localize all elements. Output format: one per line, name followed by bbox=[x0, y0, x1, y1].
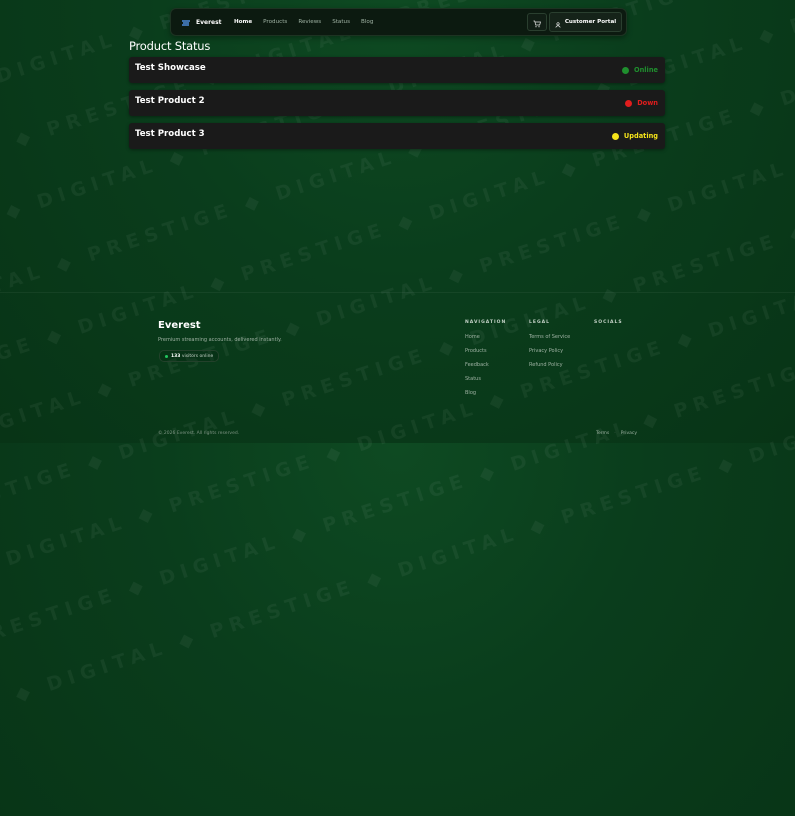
status-dot-icon bbox=[622, 66, 629, 74]
site-footer: Everest Premium streaming accounts, deli… bbox=[0, 292, 795, 444]
status-indicator: Updating bbox=[611, 123, 658, 149]
online-dot-icon bbox=[165, 354, 168, 358]
status-label: Updating bbox=[623, 132, 658, 140]
cart-icon bbox=[533, 13, 541, 32]
footer-link-terms-of-service[interactable]: Terms of Service bbox=[529, 334, 570, 348]
nav-link-blog[interactable]: Blog bbox=[361, 19, 373, 25]
nav-links: Home Products Reviews Status Blog bbox=[234, 9, 373, 35]
footer-brand: Everest bbox=[158, 320, 201, 331]
footer-link-refund-policy[interactable]: Refund Policy bbox=[529, 362, 570, 376]
status-indicator: Down bbox=[625, 90, 658, 116]
status-indicator: Online bbox=[622, 57, 658, 83]
nav-link-status[interactable]: Status bbox=[332, 19, 350, 25]
nav-link-products[interactable]: Products bbox=[263, 19, 287, 25]
customer-portal-button[interactable]: Customer Portal bbox=[549, 12, 622, 32]
bottom-link-privacy[interactable]: Privacy bbox=[621, 431, 637, 436]
footer-navigation: NAVIGATION Home Products Feedback Status… bbox=[465, 320, 506, 404]
status-label: Online bbox=[634, 66, 658, 74]
brand-link[interactable]: Everest bbox=[181, 9, 222, 35]
mountain-logo-icon bbox=[181, 13, 191, 32]
nav-link-reviews[interactable]: Reviews bbox=[298, 19, 321, 25]
status-dot-icon bbox=[611, 132, 619, 140]
bottom-link-terms[interactable]: Terms bbox=[596, 431, 609, 436]
copyright: © 2026 Everest. All rights reserved. bbox=[158, 431, 240, 436]
footer-socials: SOCIALS bbox=[594, 320, 623, 334]
product-name: Test Product 2 bbox=[135, 96, 205, 106]
status-dot-icon bbox=[625, 99, 633, 107]
brand-name: Everest bbox=[196, 18, 222, 26]
footer-bottom-links: Terms · Privacy bbox=[596, 431, 637, 436]
product-name: Test Showcase bbox=[135, 63, 206, 73]
product-name: Test Product 3 bbox=[135, 129, 205, 139]
footer-nav-heading: NAVIGATION bbox=[465, 320, 507, 325]
footer-link-home[interactable]: Home bbox=[465, 334, 506, 348]
user-icon bbox=[555, 13, 561, 32]
footer-legal: LEGAL Terms of Service Privacy Policy Re… bbox=[529, 320, 570, 376]
customer-portal-label: Customer Portal bbox=[564, 19, 617, 25]
page-title: Product Status bbox=[129, 39, 211, 53]
footer-link-privacy-policy[interactable]: Privacy Policy bbox=[529, 348, 570, 362]
online-text: 133 visitors online bbox=[171, 354, 213, 359]
footer-link-products[interactable]: Products bbox=[465, 348, 506, 362]
footer-link-blog[interactable]: Blog bbox=[465, 390, 506, 404]
footer-legal-heading: LEGAL bbox=[529, 320, 550, 325]
nav-link-home[interactable]: Home bbox=[234, 19, 252, 25]
top-navbar: Everest Home Products Reviews Status Blo… bbox=[170, 8, 627, 36]
online-badge: 133 visitors online bbox=[159, 350, 220, 362]
status-card: Test Product 2 Down bbox=[129, 90, 665, 116]
footer-socials-heading: SOCIALS bbox=[594, 320, 623, 325]
footer-link-status[interactable]: Status bbox=[465, 376, 506, 390]
separator: · bbox=[614, 431, 616, 436]
status-card: Test Showcase Online bbox=[129, 57, 665, 83]
status-card: Test Product 3 Updating bbox=[129, 123, 665, 149]
footer-link-feedback[interactable]: Feedback bbox=[465, 362, 506, 376]
online-count: 133 bbox=[171, 353, 181, 359]
status-label: Down bbox=[637, 99, 658, 107]
footer-tagline: Premium streaming accounts, delivered in… bbox=[158, 337, 282, 343]
online-label: visitors online bbox=[181, 353, 214, 359]
cart-button[interactable] bbox=[527, 13, 547, 31]
